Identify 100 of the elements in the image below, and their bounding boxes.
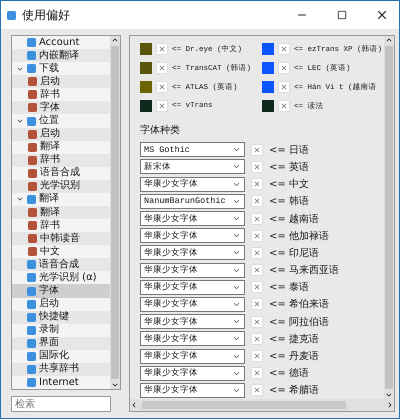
clear-button[interactable]: [251, 246, 263, 259]
clear-button[interactable]: [278, 43, 290, 56]
clear-button[interactable]: [278, 62, 290, 74]
tree-item[interactable]: 位置: [12, 114, 110, 128]
color-swatch[interactable]: [140, 80, 152, 93]
scroll-right-icon[interactable]: [386, 401, 394, 409]
tree-item[interactable]: 语音合成: [12, 166, 110, 180]
font-dropdown[interactable]: 华康少女字体: [140, 314, 245, 330]
clear-button[interactable]: [251, 281, 263, 294]
clear-button[interactable]: [156, 100, 168, 112]
tree-item[interactable]: 启动: [12, 298, 110, 311]
font-dropdown[interactable]: 华康少女字体: [140, 348, 245, 364]
scrollbar[interactable]: [110, 36, 120, 389]
tree-item[interactable]: 快捷键: [12, 310, 110, 324]
color-swatch[interactable]: [262, 100, 274, 112]
clear-button[interactable]: [251, 144, 263, 156]
font-dropdown[interactable]: 华康少女字体: [140, 296, 245, 312]
tree-item[interactable]: 翻译: [12, 206, 110, 220]
tree-item[interactable]: 录制: [12, 324, 110, 337]
language-label: <= 丹麦语: [269, 350, 319, 364]
scroll-down-icon[interactable]: [385, 391, 393, 399]
tree-item[interactable]: 光学识别 (α): [12, 271, 110, 284]
tree-item[interactable]: Account: [12, 36, 110, 50]
clear-button[interactable]: [251, 212, 263, 225]
language-label: <= 印尼语: [269, 246, 319, 260]
tree-item[interactable]: 启动: [12, 128, 110, 141]
tree-item[interactable]: 共享辞书: [12, 362, 110, 376]
clear-button[interactable]: [251, 195, 263, 208]
clear-button[interactable]: [251, 298, 263, 310]
clear-button[interactable]: [251, 332, 263, 345]
close-icon: [280, 64, 288, 72]
close-icon: [253, 214, 261, 223]
tree-item[interactable]: 启动: [12, 75, 110, 88]
clear-button[interactable]: [156, 62, 168, 74]
color-swatch[interactable]: [262, 62, 274, 74]
scroll-left-icon[interactable]: [130, 401, 138, 409]
tree-item[interactable]: 字体: [12, 101, 110, 114]
tree-item[interactable]: 内嵌翻译: [12, 49, 110, 62]
close-icon: [280, 102, 288, 110]
clear-button[interactable]: [251, 367, 263, 380]
font-dropdown[interactable]: 华康少女字体: [140, 280, 245, 295]
close-icon: [253, 197, 261, 206]
color-swatch[interactable]: [140, 62, 152, 74]
horizontal-scrollbar[interactable]: [130, 399, 394, 411]
font-dropdown[interactable]: 华康少女字体: [140, 245, 245, 260]
font-dropdown[interactable]: 华康少女字体: [140, 262, 245, 278]
font-dropdown[interactable]: 华康少女字体: [140, 211, 245, 226]
search-field[interactable]: 检索: [11, 396, 111, 412]
scroll-up-icon[interactable]: [111, 36, 119, 44]
scrollbar[interactable]: [384, 36, 394, 399]
tree-item[interactable]: 辞书: [12, 88, 110, 102]
tree-item[interactable]: 界面: [12, 336, 110, 350]
tree-item[interactable]: 国际化: [12, 350, 110, 363]
font-dropdown[interactable]: MS Gothic: [140, 142, 245, 158]
font-dropdown[interactable]: 华康少女字体: [140, 176, 245, 192]
close-icon: [253, 162, 261, 171]
language-label: <= 英语: [269, 160, 309, 174]
color-swatch[interactable]: [262, 43, 274, 56]
clear-button[interactable]: [156, 80, 168, 93]
font-dropdown[interactable]: 华康少女字体: [140, 366, 245, 381]
language-label: <= 越南语: [269, 212, 319, 226]
tree-item[interactable]: 中韩读音: [12, 232, 110, 246]
tree-item[interactable]: 翻译: [12, 192, 110, 206]
font-dropdown[interactable]: 华康少女字体: [140, 228, 245, 244]
collapse-icon[interactable]: [16, 117, 24, 125]
tree-item[interactable]: 语音合成: [12, 258, 110, 272]
tree-item[interactable]: 翻译: [12, 140, 110, 154]
color-swatch[interactable]: [140, 43, 152, 56]
clear-button[interactable]: [251, 160, 263, 173]
tree-item[interactable]: 光学识别: [12, 180, 110, 193]
clear-button[interactable]: [278, 80, 290, 93]
clear-button[interactable]: [251, 230, 263, 242]
clear-button[interactable]: [251, 264, 263, 276]
maximize-icon[interactable]: [337, 10, 347, 20]
scroll-up-icon[interactable]: [385, 36, 393, 44]
tree-item[interactable]: Internet: [12, 376, 110, 389]
tree-item[interactable]: 字体: [12, 284, 110, 298]
font-dropdown[interactable]: 新宋体: [140, 159, 245, 174]
language-label: <= 捷克语: [269, 332, 319, 346]
clear-button[interactable]: [251, 384, 263, 396]
font-dropdown[interactable]: NanumBarunGothic: [140, 194, 245, 209]
close-icon[interactable]: [375, 8, 389, 22]
close-icon: [280, 45, 288, 54]
scroll-down-icon[interactable]: [111, 381, 119, 389]
clear-button[interactable]: [251, 350, 263, 362]
app-icon: [7, 10, 16, 20]
close-icon: [280, 82, 288, 91]
color-swatch[interactable]: [140, 100, 152, 112]
font-dropdown[interactable]: 华康少女字体: [140, 382, 245, 398]
font-dropdown[interactable]: 华康少女字体: [140, 331, 245, 346]
tree-item[interactable]: 下载: [12, 62, 110, 76]
clear-button[interactable]: [156, 43, 168, 56]
tree-item[interactable]: 辞书: [12, 154, 110, 167]
tree-item[interactable]: 中文: [12, 245, 110, 258]
clear-button[interactable]: [251, 178, 263, 190]
clear-button[interactable]: [278, 100, 290, 112]
clear-button[interactable]: [251, 316, 263, 328]
close-icon: [158, 102, 166, 110]
tree-item[interactable]: 辞书: [12, 219, 110, 232]
color-swatch[interactable]: [262, 80, 274, 93]
